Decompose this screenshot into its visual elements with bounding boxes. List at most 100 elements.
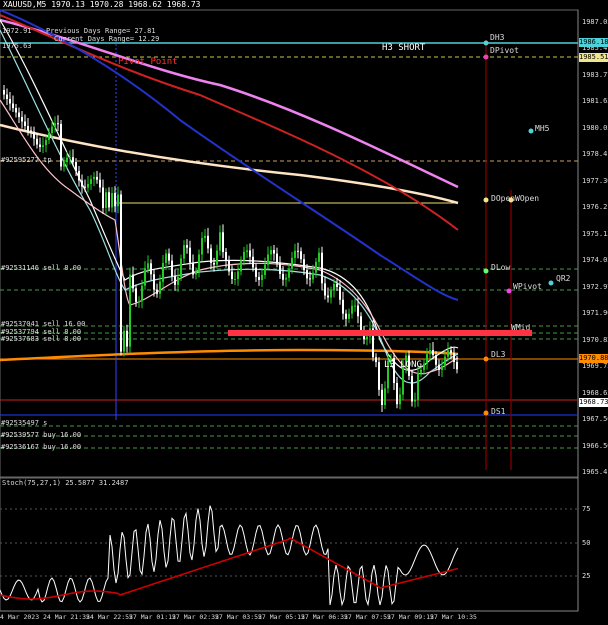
- candle-body: [291, 257, 293, 269]
- candle-body: [210, 248, 212, 263]
- order-label[interactable]: #92539577 buy 16.00: [1, 431, 81, 439]
- candle-body: [423, 363, 425, 370]
- candle-body: [42, 145, 44, 147]
- wmid-zone[interactable]: [228, 330, 532, 336]
- candle-body: [378, 362, 380, 390]
- candle-body: [279, 263, 281, 274]
- price-tick: 1978.41: [582, 150, 608, 159]
- candle-body: [438, 364, 440, 370]
- symbol-label: XAUUSD,M5: [3, 0, 47, 9]
- candle-body: [150, 263, 152, 275]
- candle-body: [18, 112, 20, 117]
- candle-body: [138, 301, 140, 303]
- candle-body: [63, 161, 65, 167]
- candle-body: [60, 123, 62, 167]
- candle-body: [297, 250, 299, 252]
- candle-body: [327, 295, 329, 298]
- time-tick: 27 Mar 10:35: [430, 613, 477, 621]
- label-ds1: DS1: [491, 407, 506, 416]
- price-tick: 1975.13: [582, 229, 608, 238]
- order-label[interactable]: #92537041 sell 16.00: [1, 320, 85, 328]
- candle-body: [27, 126, 29, 131]
- price-badge-dh3: 1986.18: [579, 38, 608, 47]
- candle-body: [441, 366, 443, 370]
- info-line-2: Current Days Range= 12.29: [54, 35, 160, 43]
- price-tick: 1977.30: [582, 176, 608, 185]
- price-badge-current: 1968.73: [579, 398, 608, 407]
- candle-body: [435, 355, 437, 365]
- candle-body: [450, 350, 452, 353]
- candle-body: [276, 253, 278, 264]
- candle-body: [309, 278, 311, 280]
- candle-body: [225, 251, 227, 261]
- left-value-2: 1975.63: [2, 42, 32, 50]
- candle-body: [72, 157, 74, 163]
- order-label[interactable]: #92531146 sell 8.00: [1, 264, 81, 272]
- candle-body: [315, 261, 317, 273]
- label-dl3: DL3: [491, 350, 506, 359]
- candle-body: [336, 283, 338, 287]
- candle-body: [366, 336, 368, 340]
- candle-body: [84, 186, 86, 188]
- price-tick: 1987.05: [582, 18, 608, 26]
- stoch-tick-25: 25: [582, 572, 591, 580]
- stoch-tick-50: 50: [582, 539, 591, 547]
- time-tick: 24 Mar 21:35: [43, 613, 90, 621]
- candle-body: [300, 251, 302, 260]
- candle-body: [87, 183, 89, 188]
- candle-body: [99, 179, 101, 188]
- candle-body: [201, 238, 203, 255]
- time-tick: 27 Mar 01:15: [129, 613, 176, 621]
- candle-body: [6, 94, 8, 99]
- candle-body: [339, 286, 341, 300]
- candle-body: [432, 350, 434, 356]
- price-tick: 1974.05: [582, 256, 608, 265]
- time-tick: 27 Mar 02:35: [172, 613, 219, 621]
- candle-body: [111, 193, 113, 208]
- time-tick: 27 Mar 05:15: [258, 613, 305, 621]
- quote-line: 1970.13 1970.28 1968.62 1968.73: [51, 0, 201, 9]
- order-label[interactable]: #92595277 tp: [1, 156, 52, 164]
- order-label[interactable]: #92537683 sell 8.00: [1, 335, 81, 343]
- candle-body: [231, 271, 233, 279]
- candle-body: [45, 139, 47, 146]
- candle-body: [270, 250, 272, 255]
- order-label[interactable]: #92535497 s: [1, 419, 47, 427]
- candle-body: [243, 251, 245, 261]
- candle-body: [123, 330, 125, 352]
- candle-body: [264, 264, 266, 275]
- price-badge-dl3: 1970.88: [579, 354, 608, 363]
- candle-body: [132, 274, 134, 289]
- candle-body: [168, 253, 170, 261]
- candle-body: [24, 121, 26, 126]
- candle-body: [57, 123, 59, 125]
- candle-body: [258, 276, 260, 280]
- price-tick: 1967.56: [582, 415, 608, 424]
- candle-body: [240, 260, 242, 272]
- candle-body: [207, 235, 209, 249]
- candle-body: [144, 268, 146, 286]
- candle-body: [426, 354, 428, 364]
- candle-body: [402, 366, 404, 395]
- candle-body: [285, 277, 287, 280]
- candle-body: [105, 192, 107, 208]
- price-tick: 1981.65: [582, 97, 608, 106]
- order-label[interactable]: #92536167 buy 16.00: [1, 443, 81, 451]
- candle-body: [228, 260, 230, 272]
- candle-body: [69, 157, 71, 159]
- candle-body: [321, 252, 323, 284]
- candle-body: [48, 132, 50, 140]
- candle-body: [246, 250, 248, 252]
- candle-body: [444, 356, 446, 367]
- chart-canvas[interactable]: [0, 0, 608, 625]
- candle-body: [354, 305, 356, 307]
- candle-body: [195, 271, 197, 275]
- candle-body: [417, 372, 419, 400]
- candle-body: [249, 250, 251, 257]
- price-badge-pivot: 1985.51: [579, 53, 608, 62]
- candle-body: [117, 194, 119, 207]
- info-line-1: Previous Days Range= 27.81: [46, 27, 156, 35]
- time-tick: 27 Mar 07:55: [344, 613, 391, 621]
- candle-body: [342, 299, 344, 314]
- price-tick: 1966.50: [582, 441, 608, 450]
